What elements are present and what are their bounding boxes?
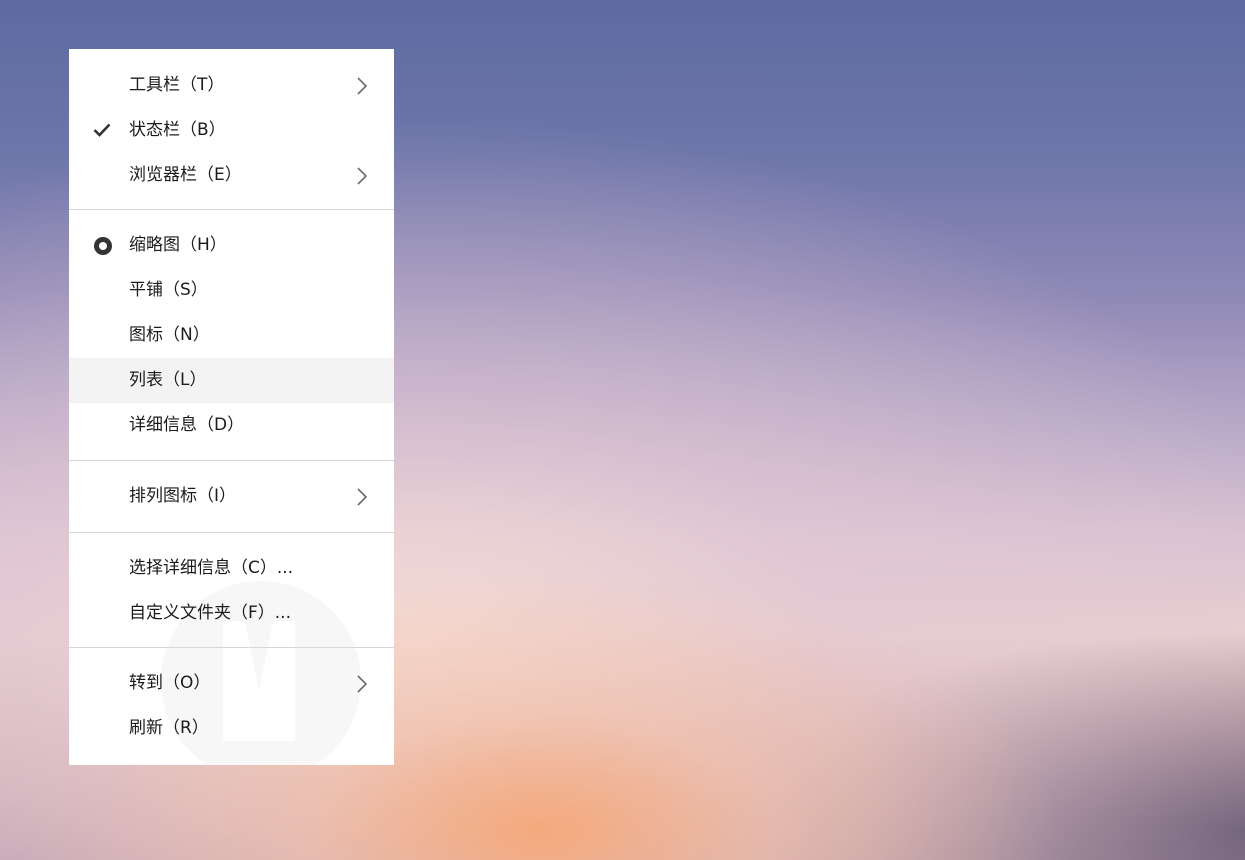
menu-item-label: 自定义文件夹（F）...: [129, 603, 291, 623]
menu-item-label: 平铺（S）: [129, 280, 208, 300]
menu-item-thumbnails[interactable]: 缩略图（H）: [69, 223, 394, 268]
menu-item-label: 状态栏（B）: [129, 120, 226, 140]
menu-item-label: 刷新（R）: [129, 718, 209, 738]
menu-item-label: 列表（L）: [129, 370, 207, 390]
menu-item-icons[interactable]: 图标（N）: [69, 313, 394, 358]
menu-item-toolbars[interactable]: 工具栏（T）: [69, 63, 394, 108]
menu-item-refresh[interactable]: 刷新（R）: [69, 706, 394, 751]
menu-item-status-bar[interactable]: 状态栏（B）: [69, 108, 394, 153]
radio-selected-icon: [94, 237, 112, 255]
menu-item-label: 详细信息（D）: [129, 415, 245, 435]
menu-item-choose-details[interactable]: 选择详细信息（C）...: [69, 546, 394, 591]
menu-separator: [69, 532, 394, 533]
chevron-right-icon: [357, 77, 368, 95]
chevron-right-icon: [357, 167, 368, 185]
menu-item-go-to[interactable]: 转到（O）: [69, 661, 394, 706]
menu-item-details[interactable]: 详细信息（D）: [69, 403, 394, 448]
menu-separator: [69, 209, 394, 210]
menu-item-arrange-icons[interactable]: 排列图标（I）: [69, 474, 394, 519]
checkmark-icon: [93, 123, 111, 137]
menu-item-customize-folder[interactable]: 自定义文件夹（F）...: [69, 591, 394, 636]
menu-separator: [69, 647, 394, 648]
context-menu: 工具栏（T） 状态栏（B） 浏览器栏（E） 缩略图（H） 平铺（S） 图标（N）…: [69, 49, 394, 765]
menu-item-label: 选择详细信息（C）...: [129, 558, 294, 578]
menu-item-label: 缩略图（H）: [129, 235, 227, 255]
menu-item-label: 浏览器栏（E）: [129, 165, 242, 185]
menu-item-explorer-bar[interactable]: 浏览器栏（E）: [69, 153, 394, 198]
chevron-right-icon: [357, 675, 368, 693]
chevron-right-icon: [357, 488, 368, 506]
menu-item-label: 图标（N）: [129, 325, 210, 345]
menu-item-label: 排列图标（I）: [129, 486, 237, 506]
menu-item-list[interactable]: 列表（L）: [69, 358, 394, 403]
menu-item-label: 工具栏（T）: [129, 75, 225, 95]
menu-item-label: 转到（O）: [129, 673, 211, 693]
menu-item-tiles[interactable]: 平铺（S）: [69, 268, 394, 313]
menu-separator: [69, 460, 394, 461]
